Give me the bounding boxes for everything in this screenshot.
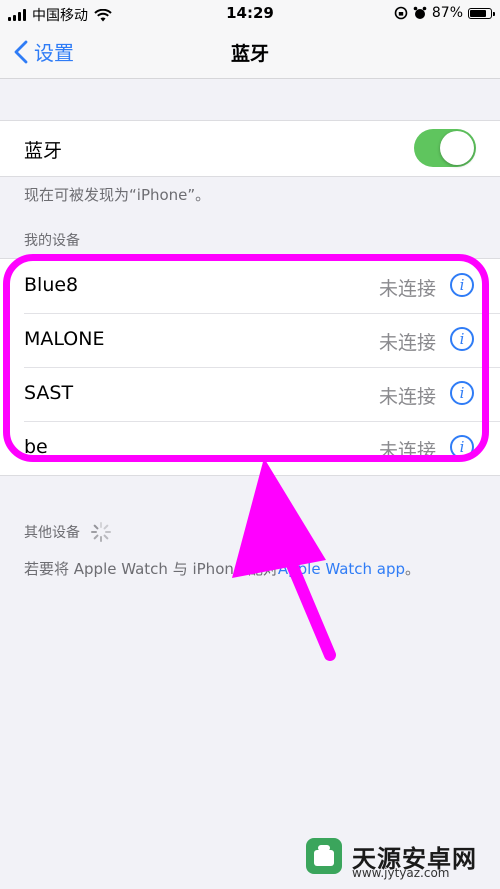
watermark: 天源安卓网 www.jytyaz.com	[304, 836, 477, 880]
arrow-annotation	[232, 458, 336, 661]
watermark-url: www.jytyaz.com	[352, 866, 450, 880]
android-logo-icon	[306, 838, 342, 874]
